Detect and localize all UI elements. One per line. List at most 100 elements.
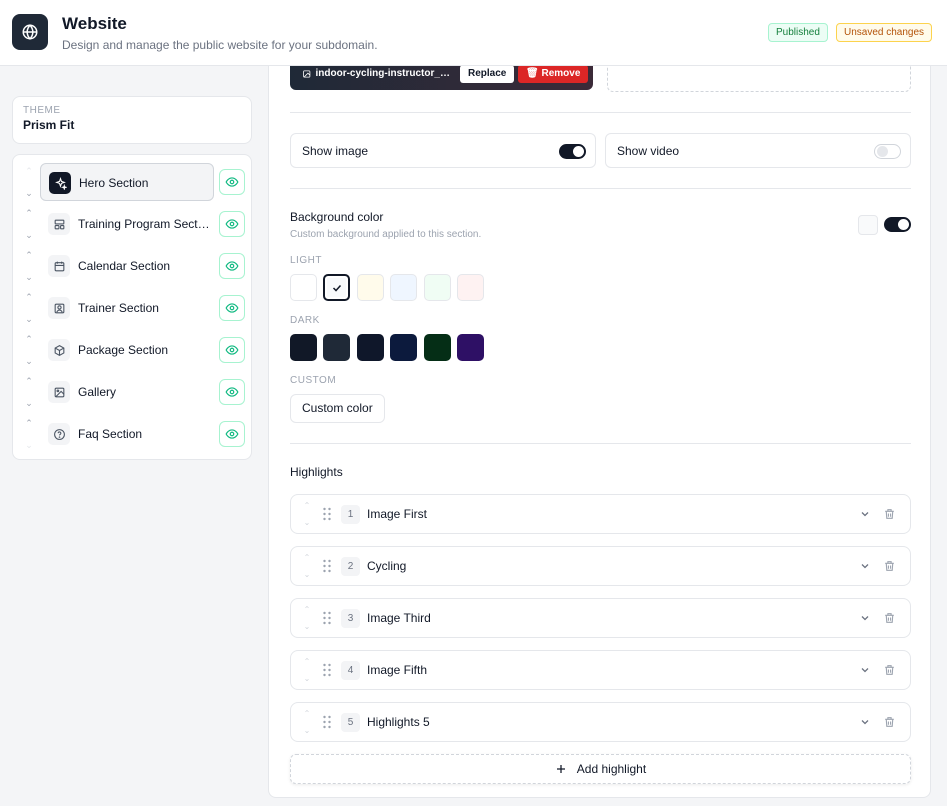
dark-swatch-green[interactable] [424, 334, 451, 361]
drag-handle-icon[interactable] [322, 715, 332, 729]
move-up-icon[interactable]: ⌃ [25, 250, 33, 260]
highlight-row[interactable]: ⌃ ⌄ 1 Image First [290, 494, 911, 534]
move-up-icon[interactable]: ⌃ [25, 166, 33, 176]
add-highlight-button[interactable]: Add highlight [290, 754, 911, 784]
move-down-icon[interactable]: ⌄ [304, 570, 311, 579]
visibility-toggle-button[interactable] [219, 379, 245, 405]
remove-image-button[interactable]: 🗑 Remove [518, 65, 589, 83]
image-icon [48, 381, 70, 403]
move-up-icon[interactable]: ⌃ [25, 292, 33, 302]
light-swatch-amber[interactable] [357, 274, 384, 301]
section-select-button[interactable]: Faq Section [40, 415, 214, 453]
drag-handle-icon[interactable] [322, 663, 332, 677]
trash-icon[interactable] [883, 559, 896, 573]
light-swatch-blue[interactable] [390, 274, 417, 301]
trash-icon[interactable] [883, 507, 896, 521]
reorder-arrows: ⌃ ⌄ [302, 553, 312, 579]
chevron-down-icon[interactable] [859, 664, 871, 676]
show-image-switch[interactable] [559, 144, 586, 159]
visibility-toggle-button[interactable] [219, 295, 245, 321]
eye-icon [225, 387, 239, 397]
visibility-toggle-button[interactable] [219, 169, 245, 195]
drag-handle-icon[interactable] [322, 507, 332, 521]
image-filename: indoor-cycling-instructor_4c... [315, 68, 452, 79]
highlight-row[interactable]: ⌃ ⌄ 3 Image Third [290, 598, 911, 638]
move-up-icon[interactable]: ⌃ [304, 501, 311, 510]
chevron-down-icon[interactable] [859, 612, 871, 624]
move-down-icon[interactable]: ⌄ [25, 188, 33, 198]
check-icon [332, 284, 341, 292]
light-swatch-slate[interactable] [323, 274, 350, 301]
background-color-switch[interactable] [884, 217, 911, 232]
move-up-icon[interactable]: ⌃ [25, 376, 33, 386]
chevron-down-icon[interactable] [859, 560, 871, 572]
section-select-button[interactable]: Gallery [40, 373, 214, 411]
move-up-icon[interactable]: ⌃ [25, 334, 33, 344]
visibility-toggle-button[interactable] [219, 421, 245, 447]
move-down-icon[interactable]: ⌄ [25, 272, 33, 282]
section-item-hero: ⌃ ⌄ Hero Section [13, 163, 253, 201]
move-up-icon[interactable]: ⌃ [304, 709, 311, 718]
trash-icon[interactable] [883, 611, 896, 625]
section-select-button[interactable]: Calendar Section [40, 247, 214, 285]
drag-handle-icon[interactable] [322, 611, 332, 625]
move-up-icon[interactable]: ⌃ [304, 605, 311, 614]
app-header: Website Design and manage the public web… [0, 0, 947, 66]
theme-selector[interactable]: THEME Prism Fit [12, 96, 252, 144]
highlight-row[interactable]: ⌃ ⌄ 4 Image Fifth [290, 650, 911, 690]
show-video-switch[interactable] [874, 144, 901, 159]
move-down-icon[interactable]: ⌄ [25, 314, 33, 324]
dark-swatch-blue[interactable] [390, 334, 417, 361]
trash-icon[interactable] [883, 715, 896, 729]
visibility-toggle-button[interactable] [219, 337, 245, 363]
move-up-icon[interactable]: ⌃ [304, 657, 311, 666]
trash-icon: 🗑 [526, 68, 539, 79]
section-select-button[interactable]: Training Program Secti... [40, 205, 214, 243]
eye-icon [225, 429, 239, 439]
section-label: Calendar Section [78, 259, 171, 273]
custom-color-button[interactable]: Custom color [290, 394, 385, 423]
move-down-icon[interactable]: ⌄ [304, 622, 311, 631]
eye-icon [225, 261, 239, 271]
remove-label: Remove [541, 68, 581, 79]
replace-image-button[interactable]: Replace [460, 65, 515, 83]
light-swatch-green[interactable] [424, 274, 451, 301]
highlight-label: Image Fifth [367, 663, 428, 677]
move-down-icon[interactable]: ⌄ [25, 440, 33, 450]
move-down-icon[interactable]: ⌄ [25, 230, 33, 240]
move-up-icon[interactable]: ⌃ [25, 418, 33, 428]
section-select-button[interactable]: Package Section [40, 331, 214, 369]
move-down-icon[interactable]: ⌄ [304, 726, 311, 735]
light-swatch-red[interactable] [457, 274, 484, 301]
move-down-icon[interactable]: ⌄ [304, 674, 311, 683]
trash-icon[interactable] [883, 663, 896, 677]
chevron-down-icon[interactable] [859, 716, 871, 728]
dark-swatch-purple[interactable] [457, 334, 484, 361]
section-label: Training Program Secti... [78, 217, 210, 231]
light-swatch-white[interactable] [290, 274, 317, 301]
dark-swatch-slate[interactable] [323, 334, 350, 361]
move-down-icon[interactable]: ⌄ [25, 398, 33, 408]
section-item-calendar: ⌃ ⌄ Calendar Section [13, 247, 253, 285]
section-item-training-program: ⌃ ⌄ Training Program Secti... [13, 205, 253, 243]
dark-swatch-gray[interactable] [290, 334, 317, 361]
unsaved-changes-badge: Unsaved changes [836, 23, 933, 42]
dark-swatch-navy[interactable] [357, 334, 384, 361]
plus-icon [556, 765, 565, 773]
visibility-toggle-button[interactable] [219, 253, 245, 279]
visibility-toggle-button[interactable] [219, 211, 245, 237]
section-select-button[interactable]: Trainer Section [40, 289, 214, 327]
move-up-icon[interactable]: ⌃ [25, 208, 33, 218]
section-select-button[interactable]: Hero Section [40, 163, 214, 201]
show-video-label: Show video [617, 144, 680, 158]
drag-handle-icon[interactable] [322, 559, 332, 573]
globe-icon [12, 14, 48, 50]
chevron-down-icon[interactable] [859, 508, 871, 520]
move-up-icon[interactable]: ⌃ [304, 553, 311, 562]
move-down-icon[interactable]: ⌄ [25, 356, 33, 366]
highlight-row[interactable]: ⌃ ⌄ 5 Highlights 5 [290, 702, 911, 742]
highlight-row[interactable]: ⌃ ⌄ 2 Cycling [290, 546, 911, 586]
move-down-icon[interactable]: ⌄ [304, 518, 311, 527]
user-square-icon [48, 297, 70, 319]
add-highlight-label: Add highlight [576, 762, 647, 776]
